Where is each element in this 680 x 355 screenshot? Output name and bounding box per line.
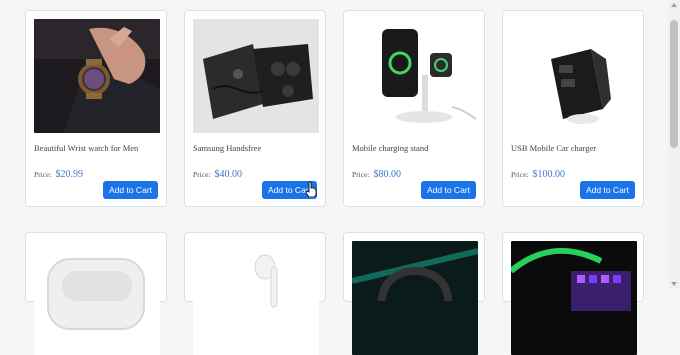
- price-label: Price:: [511, 170, 529, 179]
- product-card: Mobile charging stand Price: $80.00 Add …: [343, 10, 485, 207]
- add-to-cart-button[interactable]: Add to Cart: [580, 181, 635, 199]
- product-image-charging-stand[interactable]: [352, 19, 478, 133]
- scroll-down-arrow-icon[interactable]: [671, 282, 677, 286]
- price-row: Price: $100.00: [511, 164, 565, 182]
- product-grid: Beautiful Wrist watch for Men Price: $20…: [0, 0, 668, 355]
- product-image-wrist-watch[interactable]: [34, 19, 160, 133]
- product-image-headphones[interactable]: [352, 241, 478, 355]
- product-image-earpod[interactable]: [193, 241, 319, 355]
- add-to-cart-button[interactable]: Add to Cart: [103, 181, 158, 199]
- product-image-earbuds-case[interactable]: [34, 241, 160, 355]
- product-card: [502, 232, 644, 355]
- product-name: Mobile charging stand: [352, 143, 429, 153]
- product-image-handsfree[interactable]: [193, 19, 319, 133]
- price-row: Price: $40.00: [193, 164, 242, 182]
- price-label: Price:: [352, 170, 370, 179]
- add-to-cart-button[interactable]: Add to Cart: [421, 181, 476, 199]
- price-value: $40.00: [214, 169, 243, 180]
- scrollbar-thumb[interactable]: [670, 20, 678, 148]
- scroll-up-arrow-icon[interactable]: [671, 3, 677, 7]
- product-card: [343, 232, 485, 355]
- price-value: $100.00: [532, 169, 566, 180]
- price-label: Price:: [193, 170, 211, 179]
- vertical-scrollbar[interactable]: [668, 0, 680, 289]
- price-value: $80.00: [373, 169, 402, 180]
- product-name: USB Mobile Car charger: [511, 143, 597, 153]
- price-row: Price: $80.00: [352, 164, 401, 182]
- product-name: Beautiful Wrist watch for Men: [34, 143, 139, 153]
- product-image-gaming-keyboard[interactable]: [511, 241, 637, 355]
- product-card: [25, 232, 167, 355]
- add-to-cart-button[interactable]: Add to Cart: [262, 181, 317, 199]
- price-label: Price:: [34, 170, 52, 179]
- product-card: Samsung Handsfree Price: $40.00 Add to C…: [184, 10, 326, 207]
- product-card: USB Mobile Car charger Price: $100.00 Ad…: [502, 10, 644, 207]
- product-name: Samsung Handsfree: [193, 143, 262, 153]
- product-card: Beautiful Wrist watch for Men Price: $20…: [25, 10, 167, 207]
- price-value: $20.99: [55, 169, 84, 180]
- price-row: Price: $20.99: [34, 164, 83, 182]
- product-card: [184, 232, 326, 355]
- product-image-car-charger[interactable]: [511, 19, 637, 133]
